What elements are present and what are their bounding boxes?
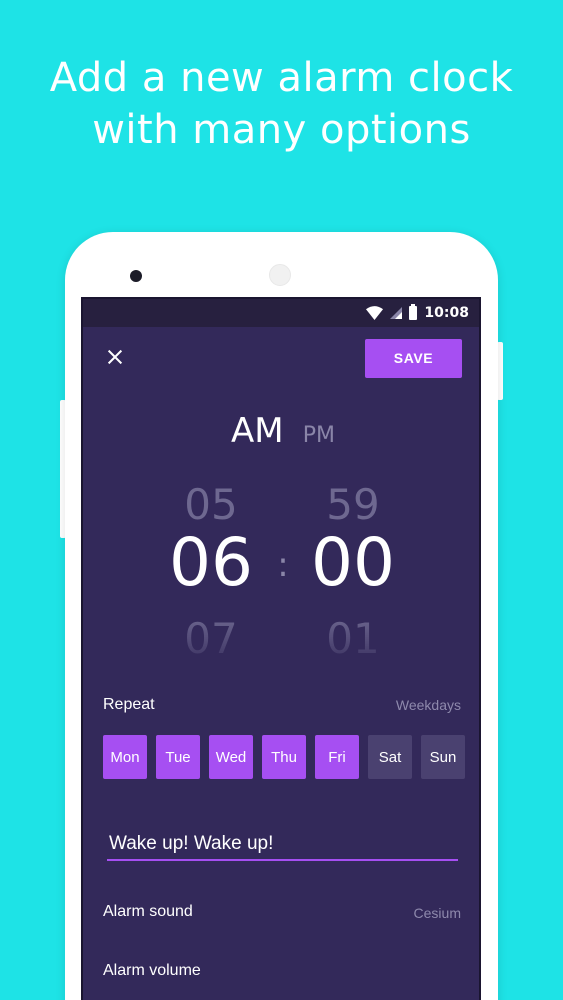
time-picker: 05 06 07 : 59 00 01 (83, 299, 479, 663)
day-toggle-wed[interactable]: Wed (209, 735, 253, 779)
alarm-volume-row[interactable]: Alarm volume (103, 962, 201, 980)
day-toggle-sat[interactable]: Sat (368, 735, 412, 779)
day-toggle-mon[interactable]: Mon (103, 735, 147, 779)
promo-line-1: Add a new alarm clock (49, 55, 514, 101)
repeat-label: Repeat (103, 696, 155, 713)
day-toggle-sun[interactable]: Sun (421, 735, 465, 779)
alarm-label-input[interactable] (107, 829, 458, 861)
weekday-selector: Mon Tue Wed Thu Fri Sat Sun (103, 735, 465, 779)
minute-selected: 00 (311, 524, 395, 601)
front-camera (130, 270, 142, 282)
hour-next: 07 (184, 614, 238, 663)
day-toggle-thu[interactable]: Thu (262, 735, 306, 779)
minute-previous: 59 (326, 480, 380, 529)
time-separator: : (277, 545, 289, 585)
hour-previous: 05 (184, 480, 238, 529)
hour-selected: 06 (169, 524, 253, 601)
app-screen: 10:08 SAVE AM PM 05 06 07 : 59 00 01 Rep… (81, 297, 481, 1000)
minute-next: 01 (326, 614, 380, 663)
alarm-sound-row[interactable]: Alarm sound (103, 903, 193, 921)
day-toggle-tue[interactable]: Tue (156, 735, 200, 779)
proximity-sensor (269, 264, 291, 286)
alarm-sound-value: Cesium (413, 905, 461, 921)
promo-line-2: with many options (92, 107, 471, 153)
repeat-summary: Weekdays (395, 697, 461, 713)
day-toggle-fri[interactable]: Fri (315, 735, 359, 779)
promo-headline: Add a new alarm clock with many options (0, 52, 563, 156)
